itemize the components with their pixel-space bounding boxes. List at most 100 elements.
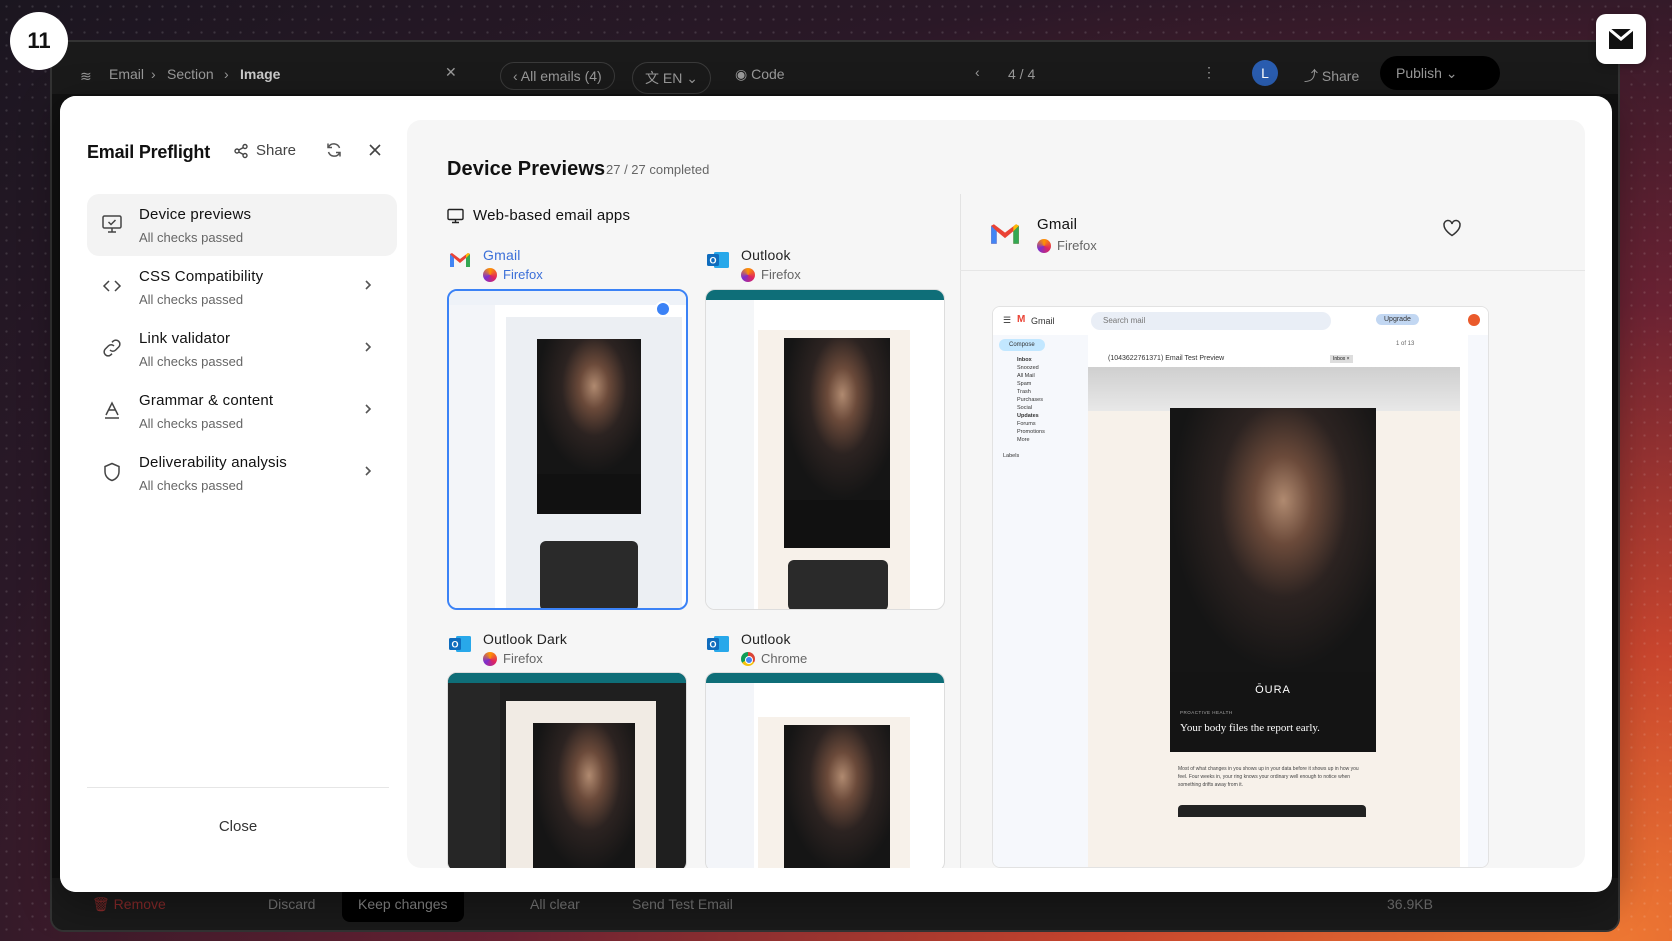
prev-icon[interactable]: ‹	[975, 64, 980, 80]
refresh-icon[interactable]	[325, 141, 343, 159]
close-icon[interactable]: ✕	[445, 64, 457, 81]
preview-thumbnail-outlook-firefox[interactable]	[705, 289, 945, 610]
remove-label: Remove	[113, 896, 166, 912]
nav-device-previews[interactable]: Device previews All checks passed	[87, 194, 397, 256]
outlook-icon: O	[707, 636, 729, 652]
thumb-sidebar	[448, 683, 500, 868]
nav-label: Link validator	[139, 330, 231, 347]
email-card	[1178, 805, 1366, 817]
discard-button[interactable]: Discard	[268, 896, 315, 912]
all-clear-status[interactable]: All clear	[530, 896, 580, 912]
nav-grammar-content[interactable]: Grammar & content All checks passed	[87, 380, 387, 442]
browser-name: Firefox	[503, 267, 543, 282]
chevron-right-icon	[365, 404, 372, 414]
email-hero-image	[1170, 408, 1376, 672]
editor-topbar: ≋ Email › Section › Image ✕ ‹ All emails…	[52, 42, 1618, 94]
menu-icon: ☰	[1003, 315, 1012, 325]
nav-deliverability[interactable]: Deliverability analysis All checks passe…	[87, 442, 387, 504]
gmail-folder: Snoozed	[1017, 365, 1039, 371]
thumb-email-headline	[784, 500, 890, 548]
preflight-title: Email Preflight	[87, 142, 211, 162]
breadcrumb-sep: ›	[151, 66, 156, 82]
nav-link-validator[interactable]: Link validator All checks passed	[87, 318, 387, 380]
more-icon[interactable]: ⋮	[1202, 64, 1216, 81]
device-previews-panel: Device Previews 27 / 27 completed Web-ba…	[407, 120, 1585, 868]
gmail-topbar: ☰ M Gmail Search mail Upgrade	[993, 307, 1488, 335]
language-select[interactable]: 文 EN ⌄	[632, 62, 711, 94]
selected-check-icon	[655, 301, 671, 317]
email-brand: ŌURA	[1255, 684, 1291, 696]
chevron-right-icon	[365, 466, 372, 476]
gmail-avatar	[1468, 314, 1480, 326]
gmail-count: 1 of 13	[1396, 341, 1415, 347]
detail-header: Gmail Firefox	[987, 216, 1097, 253]
page-title: Device Previews	[447, 158, 606, 180]
firefox-icon	[483, 651, 497, 666]
monitor-icon	[447, 208, 464, 223]
email-headline: Your body files the report early.	[1180, 722, 1320, 734]
thumb-photo	[533, 723, 635, 868]
thumb-photo	[784, 725, 890, 868]
nav-status: All checks passed	[139, 478, 244, 493]
share-button[interactable]: ⤴ Share	[1304, 66, 1359, 86]
send-test-button[interactable]: Send Test Email	[632, 896, 733, 912]
code-label: Code	[751, 66, 785, 82]
detail-divider	[960, 270, 1585, 271]
all-emails-button[interactable]: ‹ All emails (4)	[500, 62, 615, 90]
firefox-icon	[1037, 238, 1051, 253]
breadcrumb-email[interactable]: Email	[109, 66, 144, 82]
preview-card-header: O Outlook Dark Firefox	[447, 631, 567, 666]
spellcheck-icon	[105, 401, 119, 419]
nav-label: Grammar & content	[139, 392, 274, 409]
nav-css-compatibility[interactable]: CSS Compatibility All checks passed	[87, 256, 387, 318]
breadcrumb-section[interactable]: Section	[167, 66, 214, 82]
divider	[87, 787, 389, 788]
chevron-right-icon	[365, 280, 372, 290]
gmail-search-placeholder: Search mail	[1103, 316, 1146, 325]
heart-icon[interactable]	[1442, 219, 1462, 237]
gmail-folder: Trash	[1017, 389, 1031, 395]
svg-text:O: O	[709, 640, 716, 650]
preflight-sidebar: Email Preflight Share Device previews Al…	[60, 96, 407, 892]
outlook-icon: O	[707, 252, 729, 268]
thumb-photo	[537, 339, 641, 474]
preview-card-header: O Outlook Firefox	[705, 247, 801, 282]
layers-icon[interactable]: ≋	[80, 68, 92, 85]
thumb-topbar	[706, 290, 944, 300]
close-button[interactable]: Close	[87, 818, 389, 835]
email-preheader-blur	[1088, 367, 1460, 411]
publish-button[interactable]: Publish ⌄	[1380, 56, 1500, 90]
gmail-labels: Labels	[1003, 453, 1020, 459]
thumb-email-card	[788, 560, 888, 609]
preview-thumbnail-outlook-dark-firefox[interactable]	[447, 672, 687, 868]
chrome-icon	[741, 651, 755, 666]
firefox-icon	[483, 267, 497, 282]
client-name: Outlook Dark	[483, 631, 568, 647]
code-button[interactable]: ◉ Code	[735, 66, 785, 83]
nav-status: All checks passed	[139, 292, 244, 307]
preflight-share-label: Share	[256, 142, 297, 159]
gmail-inbox-tag: Inbox ×	[1330, 355, 1353, 363]
preview-thumbnail-outlook-chrome[interactable]	[705, 672, 945, 868]
client-name: Outlook	[741, 631, 791, 647]
close-icon[interactable]	[366, 141, 384, 159]
email-body-text: Most of what changes in you shows up in …	[1178, 766, 1359, 788]
svg-text:O: O	[451, 640, 458, 650]
detail-browser: Firefox	[1057, 238, 1097, 253]
avatar[interactable]: L	[1252, 60, 1278, 86]
gmail-sidebar: Compose Inbox Snoozed All Mail Spam Tras…	[993, 335, 1088, 867]
gmail-subject: (1043622761371) Email Test Preview	[1108, 355, 1225, 362]
size-indicator: 36.9KB	[1387, 896, 1433, 912]
preview-thumbnail-gmail-firefox[interactable]	[447, 289, 688, 610]
remove-button[interactable]: 🗑 Remove	[92, 896, 166, 913]
gmail-icon	[450, 253, 470, 267]
preflight-nav: Device previews All checks passed CSS Co…	[87, 194, 397, 504]
code-icon	[102, 280, 122, 292]
nav-status: All checks passed	[139, 354, 244, 369]
preview-card-header: O Outlook Chrome	[705, 631, 807, 666]
thumb-email-headline	[537, 474, 641, 514]
client-name: Gmail	[483, 247, 521, 263]
gmail-search: Search mail	[1091, 312, 1331, 330]
preflight-share-button[interactable]: Share	[233, 142, 296, 159]
thumb-email-card	[540, 541, 638, 608]
